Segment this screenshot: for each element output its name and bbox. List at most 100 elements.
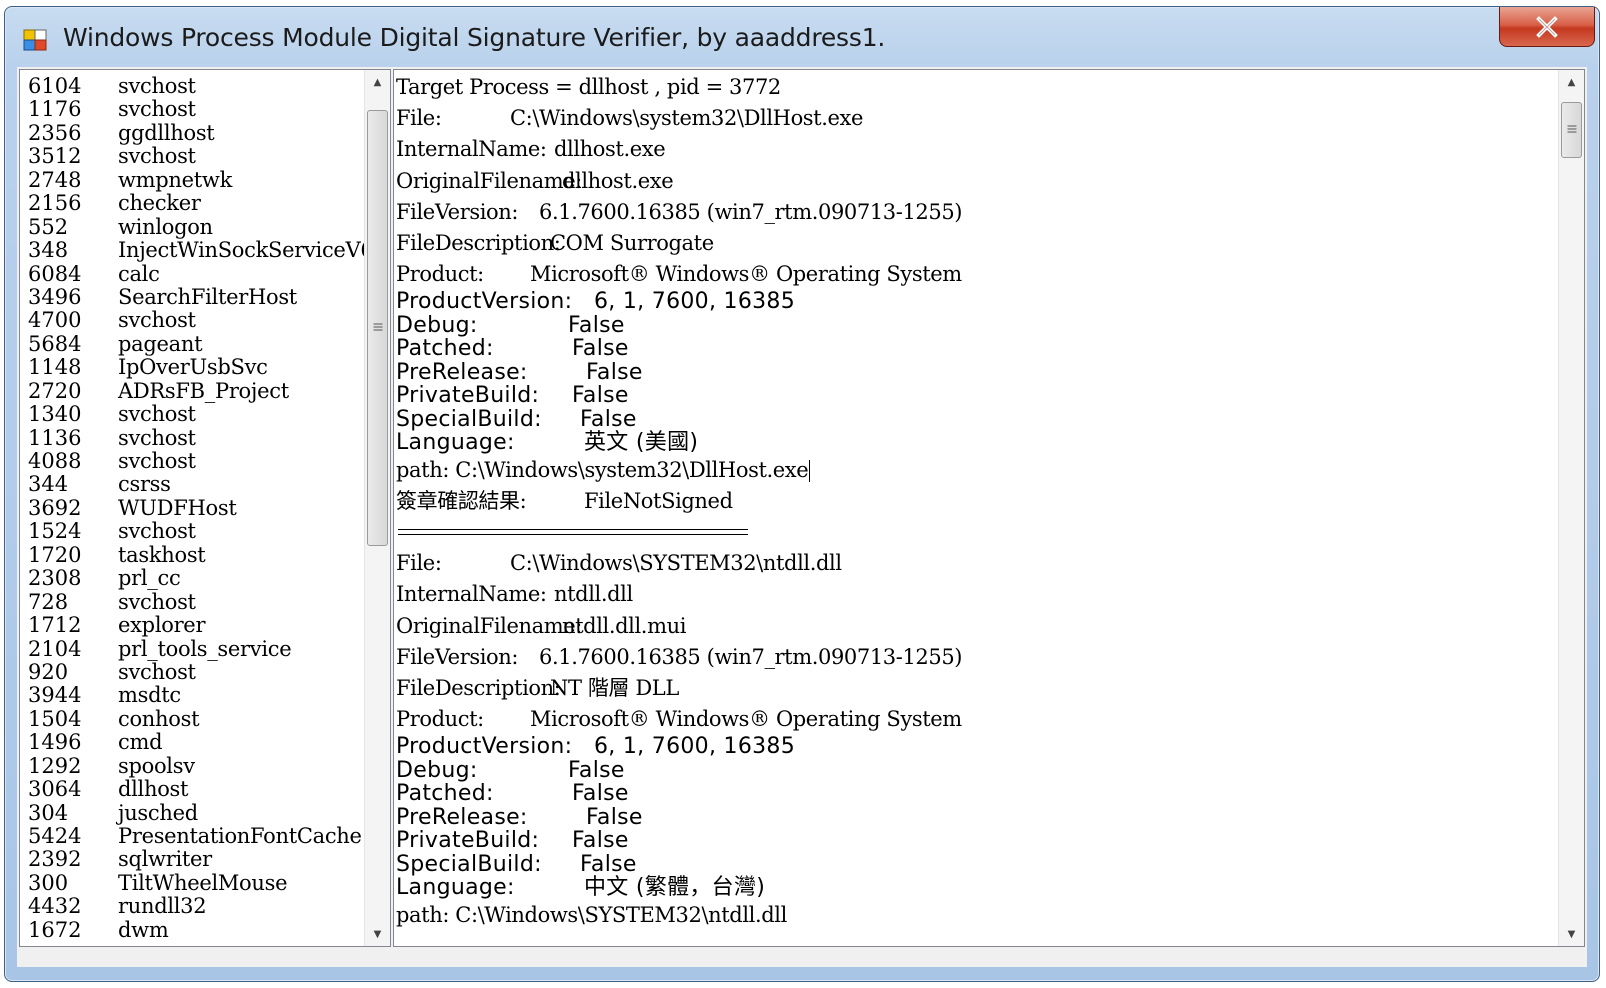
list-item[interactable]: 5684 pageant bbox=[20, 331, 366, 356]
list-item[interactable]: 300 TiltWheelMouse bbox=[20, 870, 366, 895]
scroll-up-arrow-icon[interactable]: ▲ bbox=[365, 70, 390, 94]
process-pid: 2392 bbox=[28, 847, 82, 872]
list-item[interactable]: 1720 taskhost bbox=[20, 542, 366, 567]
list-item[interactable]: 6104 svchost bbox=[20, 74, 366, 98]
line-value: False bbox=[586, 359, 643, 385]
list-item[interactable]: 728 svchost bbox=[20, 589, 366, 614]
scroll-down-arrow-icon[interactable]: ▼ bbox=[365, 922, 390, 946]
output-scrollbar[interactable]: ▲ ▼ bbox=[1558, 70, 1584, 946]
list-item[interactable]: 2104 prl_tools_service bbox=[20, 637, 366, 661]
process-name: sqlwriter bbox=[118, 847, 212, 872]
output-line: path: C:\Windows\SYSTEM32\ntdll.dll bbox=[396, 900, 1556, 931]
process-pid: 1712 bbox=[28, 613, 82, 638]
scrollbar-thumb[interactable] bbox=[1561, 102, 1582, 158]
process-name: svchost bbox=[118, 74, 196, 98]
list-item[interactable]: 1148 IpOverUsbSvc bbox=[20, 355, 366, 380]
scroll-down-arrow-icon[interactable]: ▼ bbox=[1559, 922, 1584, 946]
output-line: Product: Microsoft® Windows® Operating Sy… bbox=[396, 259, 1556, 290]
list-item[interactable]: 3512 svchost bbox=[20, 144, 366, 168]
process-pid: 728 bbox=[28, 589, 69, 614]
list-item[interactable]: 2392 sqlwriter bbox=[20, 847, 366, 872]
process-name: prl_cc bbox=[118, 566, 181, 591]
list-item[interactable]: 2308 prl_cc bbox=[20, 566, 366, 591]
list-item[interactable]: 3944 msdtc bbox=[20, 683, 366, 707]
process-name: csrss bbox=[118, 472, 171, 497]
output-line: FileDescription: COM Surrogate bbox=[396, 228, 1556, 259]
process-name: TiltWheelMouse bbox=[118, 870, 288, 895]
list-item[interactable]: 3692 WUDFHost bbox=[20, 495, 366, 520]
line-value: ntdll.dll bbox=[554, 582, 633, 607]
list-item[interactable]: 920 svchost bbox=[20, 659, 366, 684]
line-label: Patched: bbox=[396, 781, 494, 807]
list-item[interactable]: 1712 explorer bbox=[20, 613, 366, 638]
process-pid: 1504 bbox=[28, 706, 82, 731]
output-line: Patched: False bbox=[396, 782, 1556, 806]
title-bar[interactable]: Windows Process Module Digital Signature… bbox=[5, 7, 1599, 61]
list-item[interactable]: 1292 spoolsv bbox=[20, 754, 366, 778]
list-item[interactable]: 552 winlogon bbox=[20, 215, 366, 239]
process-listbox[interactable]: 6104 svchost 1176 svchost 2356 ggdllhost 3512 s… bbox=[19, 69, 391, 947]
list-item[interactable]: 2748 wmpnetwk bbox=[20, 168, 366, 192]
line-value: False bbox=[580, 851, 637, 877]
list-item[interactable]: 4432 rundll32 bbox=[20, 894, 366, 919]
output-line: ProductVersion: 6, 1, 7600, 16385 bbox=[396, 735, 1556, 759]
process-name: svchost bbox=[118, 659, 196, 684]
list-item[interactable]: 1524 svchost bbox=[20, 519, 366, 544]
line-label: Target Process = dllhost , pid = 3772 bbox=[396, 75, 781, 99]
list-item[interactable]: 1496 cmd bbox=[20, 730, 366, 754]
line-label: Debug: bbox=[396, 312, 478, 338]
list-item[interactable]: 5424 PresentationFontCache bbox=[20, 824, 366, 848]
process-list-scrollbar[interactable]: ▲ ▼ bbox=[364, 70, 390, 946]
close-button[interactable] bbox=[1499, 7, 1595, 47]
list-item[interactable]: 2356 ggdllhost bbox=[20, 120, 366, 145]
list-item[interactable]: 344 csrss bbox=[20, 472, 366, 497]
line-label: File: bbox=[396, 551, 442, 576]
list-item[interactable]: 4088 svchost bbox=[20, 449, 366, 473]
list-item[interactable]: 1672 dwm bbox=[20, 917, 366, 942]
line-label: Product: bbox=[396, 707, 484, 732]
list-item[interactable]: 2156 checker bbox=[20, 191, 366, 215]
process-name: svchost bbox=[118, 519, 196, 544]
output-line: Target Process = dllhost , pid = 3772 bbox=[396, 72, 1556, 103]
list-item[interactable]: 1136 svchost bbox=[20, 426, 366, 450]
output-line: Debug: False bbox=[396, 314, 1556, 338]
line-value: 中文 (繁體，台灣) bbox=[584, 875, 766, 901]
output-line: path: C:\Windows\system32\DllHost.exe bbox=[396, 455, 1556, 486]
process-pid: 4432 bbox=[28, 894, 82, 919]
line-label: Language: bbox=[396, 430, 515, 456]
scroll-up-arrow-icon[interactable]: ▲ bbox=[1559, 70, 1584, 94]
process-name: IpOverUsbSvc bbox=[118, 355, 268, 380]
process-pid: 3064 bbox=[28, 777, 82, 802]
process-pid: 6104 bbox=[28, 74, 82, 98]
process-name: ggdllhost bbox=[118, 120, 215, 145]
line-value: C:\Windows\SYSTEM32\ntdll.dll bbox=[510, 551, 842, 576]
app-icon bbox=[23, 29, 47, 51]
line-value: NT 階層 DLL bbox=[550, 675, 679, 700]
list-item[interactable]: 2720 ADRsFB_Project bbox=[20, 379, 366, 403]
list-item[interactable]: 4700 svchost bbox=[20, 308, 366, 332]
list-item[interactable]: 304 jusched bbox=[20, 801, 366, 825]
line-value: 英文 (美國) bbox=[584, 430, 699, 456]
list-item[interactable]: 3064 dllhost bbox=[20, 777, 366, 802]
output-line: InternalName: dllhost.exe bbox=[396, 134, 1556, 165]
process-pid: 1672 bbox=[28, 917, 82, 942]
process-name: conhost bbox=[118, 706, 200, 731]
line-value: False bbox=[568, 312, 625, 338]
process-pid: 5684 bbox=[28, 331, 82, 356]
line-label: 簽章確認結果: bbox=[396, 489, 527, 513]
line-value: False bbox=[580, 406, 637, 432]
line-label: PrivateBuild: bbox=[396, 828, 540, 854]
process-name: rundll32 bbox=[118, 894, 207, 919]
output-textbox[interactable]: Target Process = dllhost , pid = 3772 Fil… bbox=[393, 69, 1585, 947]
list-item[interactable]: 1176 svchost bbox=[20, 97, 366, 121]
list-item[interactable]: 1504 conhost bbox=[20, 706, 366, 731]
process-pid: 344 bbox=[28, 472, 69, 497]
list-item[interactable]: 1340 svchost bbox=[20, 402, 366, 426]
process-pid: 1720 bbox=[28, 542, 82, 567]
list-item[interactable]: 348 InjectWinSockServiceV6 bbox=[20, 238, 374, 262]
process-name: WUDFHost bbox=[118, 495, 237, 520]
list-item[interactable]: 3496 SearchFilterHost bbox=[20, 285, 366, 309]
list-item[interactable]: 6084 calc bbox=[20, 261, 366, 286]
process-name: calc bbox=[118, 261, 160, 286]
scrollbar-thumb[interactable] bbox=[367, 110, 388, 546]
